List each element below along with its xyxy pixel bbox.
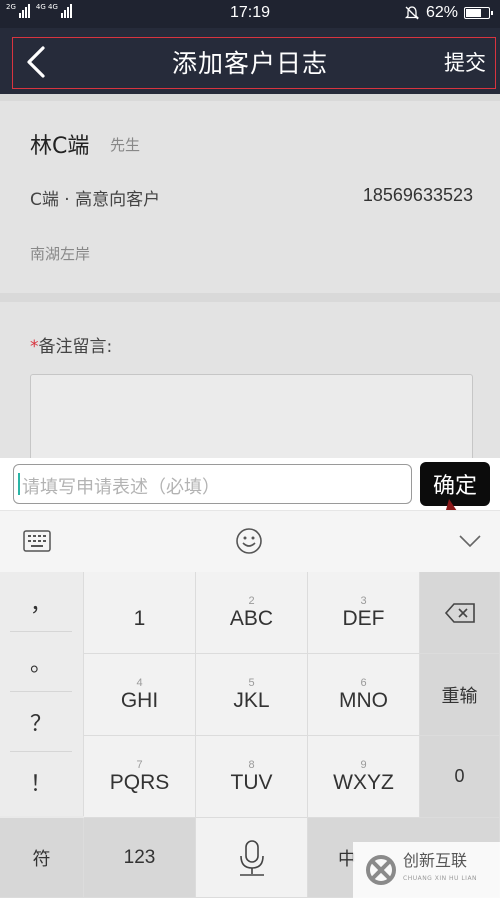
key-label: JKL: [233, 688, 270, 712]
key-label: 重输: [441, 685, 478, 706]
key-tuv[interactable]: 8 TUV: [196, 736, 308, 818]
key-label: MNO: [339, 688, 388, 712]
required-mark: *: [30, 337, 39, 357]
customer-phone[interactable]: 18569633523: [363, 185, 473, 206]
key-number: 3: [360, 594, 367, 607]
customer-address: 南湖左岸: [30, 245, 91, 263]
key-label: TUV: [230, 770, 273, 794]
customer-type: C端 · 高意向客户: [30, 190, 161, 210]
key-label: 符: [32, 848, 51, 869]
key-number: 8: [248, 758, 255, 771]
battery-level: [466, 9, 481, 17]
key-number: 9: [360, 758, 367, 771]
key-number: 6: [360, 676, 367, 689]
battery-icon: [464, 7, 493, 19]
punct-key[interactable]: ，: [10, 572, 72, 632]
customer-name: 林C端: [30, 134, 90, 159]
description-input[interactable]: 请填写申请表述（必填）: [13, 464, 412, 504]
key-label: 1: [133, 606, 146, 630]
key-ghi[interactable]: 4 GHI: [84, 654, 196, 736]
text-cursor: [18, 473, 20, 495]
key-label: ABC: [229, 606, 274, 630]
chevron-left-icon: [27, 46, 45, 78]
keyboard-icon[interactable]: [23, 530, 51, 552]
key-pqrs[interactable]: 7 PQRS: [84, 736, 196, 818]
key-jkl[interactable]: 5 JKL: [196, 654, 308, 736]
collapse-icon[interactable]: [458, 533, 482, 549]
remark-section: *备注留言:: [0, 302, 500, 462]
punct-key[interactable]: 。: [10, 632, 72, 692]
key-number: 4: [136, 676, 143, 689]
customer-gender: 先生: [110, 136, 141, 154]
customer-card: 林C端 先生 C端 · 高意向客户 18569633523 南湖左岸: [0, 101, 500, 293]
microphone-icon: [239, 839, 264, 876]
watermark: 创新互联 CHUANG XIN HU LIAN: [353, 842, 500, 898]
key-wxyz[interactable]: 9 WXYZ: [308, 736, 420, 818]
key-def[interactable]: 3 DEF: [308, 572, 420, 654]
symbols-key[interactable]: 符: [0, 818, 84, 898]
reenter-key[interactable]: 重输: [420, 654, 500, 736]
key-label: 123: [123, 846, 156, 868]
emoji-icon[interactable]: [235, 527, 263, 555]
key-0[interactable]: 0: [420, 736, 500, 818]
remark-textarea[interactable]: [30, 374, 473, 462]
nav-bar: 添加客户日志 提交: [0, 28, 500, 94]
key-label: GHI: [120, 688, 159, 712]
delete-key[interactable]: [420, 572, 500, 654]
back-button[interactable]: [16, 40, 56, 84]
remark-label: *备注留言:: [30, 332, 112, 357]
backspace-icon: [444, 602, 475, 623]
watermark-title: 创新互联: [403, 851, 468, 870]
key-label: 0: [454, 766, 465, 786]
page-title: 添加客户日志: [171, 49, 328, 78]
punct-key[interactable]: ！: [10, 752, 72, 812]
key-mno[interactable]: 6 MNO: [308, 654, 420, 736]
keyboard-toolbar: [0, 510, 500, 572]
watermark-text: 创新互联 CHUANG XIN HU LIAN: [403, 852, 477, 888]
input-placeholder: 请填写申请表述（必填）: [22, 477, 220, 498]
key-1[interactable]: 1: [84, 572, 196, 654]
punctuation-column: ， 。 ？ ！: [0, 572, 84, 816]
key-abc[interactable]: 2 ABC: [196, 572, 308, 654]
key-label: WXYZ: [333, 770, 394, 794]
key-number: 7: [136, 758, 143, 771]
key-label: PQRS: [109, 770, 170, 794]
key-number: 5: [248, 676, 255, 689]
key-number: 2: [248, 594, 255, 607]
voice-key[interactable]: [196, 818, 308, 898]
status-bar: 2G 4G 4G 17:19 62%: [0, 0, 500, 28]
watermark-logo-icon: [366, 855, 396, 885]
alarm-icon: [404, 6, 420, 20]
remark-label-text: 备注留言:: [38, 337, 113, 357]
numbers-key[interactable]: 123: [84, 818, 196, 898]
submit-button[interactable]: 提交: [444, 47, 486, 77]
punct-key[interactable]: ？: [10, 692, 72, 752]
status-right: 62%: [404, 4, 493, 22]
battery-percent: 62%: [425, 4, 458, 21]
input-strip: 请填写申请表述（必填） 确定: [0, 458, 500, 510]
watermark-subtitle: CHUANG XIN HU LIAN: [403, 875, 478, 882]
key-label: DEF: [342, 606, 385, 630]
